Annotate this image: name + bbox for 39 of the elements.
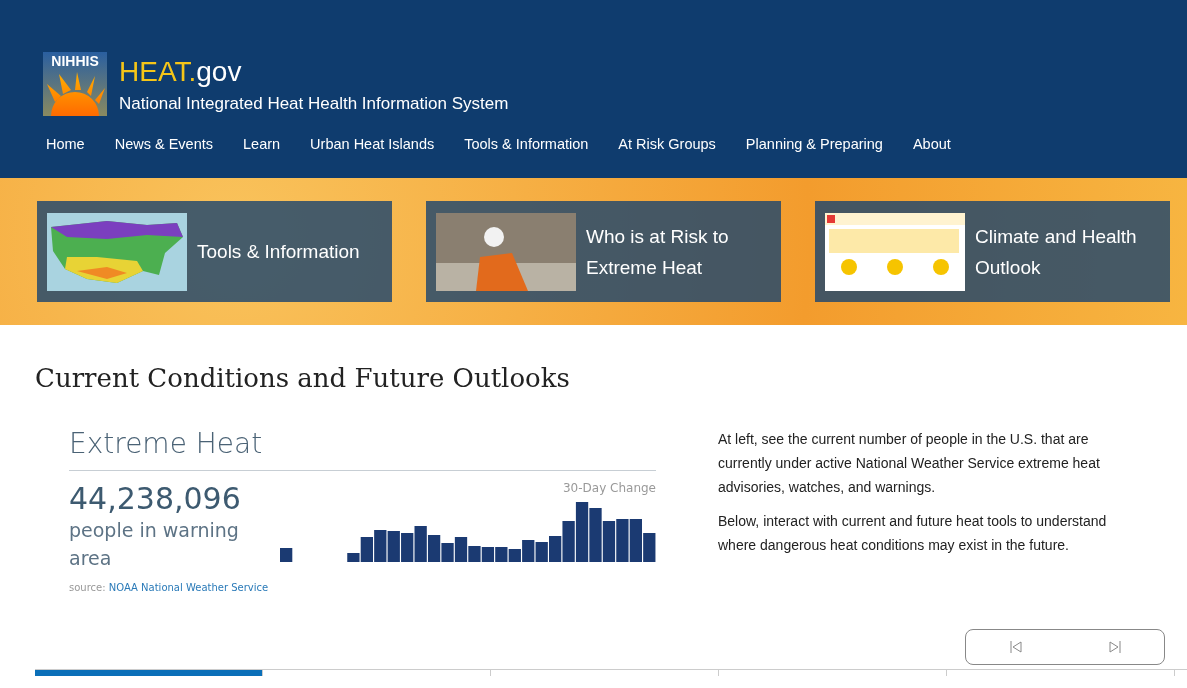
first-icon[interactable] — [1008, 640, 1023, 654]
feature-card[interactable]: Climate and Health Outlook — [815, 201, 1170, 302]
nav-link[interactable]: Home — [46, 134, 85, 154]
sparkline-bar — [535, 542, 548, 562]
sparkline-bar — [589, 508, 602, 562]
nav-link[interactable]: Planning & Preparing — [745, 134, 883, 154]
nav-link[interactable]: Tools & Information — [464, 134, 589, 154]
last-icon[interactable] — [1107, 640, 1122, 654]
sparkline-bar — [441, 543, 454, 562]
people-count: 44,238,096 — [69, 481, 242, 516]
sparkline-bar — [481, 547, 495, 562]
sparkline-bar — [401, 533, 414, 562]
source-link[interactable]: NOAA National Weather Service — [108, 582, 269, 593]
site-tagline: National Integrated Heat Health Information System — [119, 94, 509, 114]
nihhis-logo[interactable]: NIHHIS — [43, 52, 107, 116]
nav-link[interactable]: About — [912, 134, 951, 154]
feature-card[interactable]: Who is at Risk to Extreme Heat — [426, 201, 781, 302]
description-paragraph: Below, interact with current and future heat tools to understand where dangerous heat conditions may exist in the future. — [718, 512, 1108, 555]
sparkline-bar — [602, 521, 616, 562]
widget-title: Extreme Heat — [69, 427, 656, 471]
section-heading: Current Conditions and Future Outlooks — [35, 363, 571, 393]
sparkline-bar — [616, 519, 629, 562]
sparkline-bar — [374, 530, 387, 562]
sparkline-bar — [414, 526, 427, 562]
count-label: people in warning area — [69, 518, 240, 571]
nav-link[interactable]: At Risk Groups — [618, 134, 716, 154]
sparkline-bar — [495, 547, 508, 562]
description-paragraph: At left, see the current number of people in the U.S. that are currently under active National Weather Service extreme heat advisories, watches, and warnings. — [718, 430, 1101, 497]
sparkline-bar — [280, 548, 293, 562]
chart-label: 30-Day Change — [562, 481, 656, 495]
nav-link[interactable]: Urban Heat Islands — [310, 134, 435, 154]
nav-link[interactable]: News & Events — [114, 134, 213, 154]
nav-link[interactable]: Learn — [243, 134, 281, 154]
tab[interactable] — [35, 670, 263, 676]
source-label: source: — [69, 582, 106, 593]
site-title[interactable]: HEAT.gov — [119, 52, 509, 92]
feature-card[interactable]: Tools & Information — [37, 201, 392, 302]
sparkline-bar — [387, 531, 400, 562]
sparkline-bar — [427, 535, 441, 562]
